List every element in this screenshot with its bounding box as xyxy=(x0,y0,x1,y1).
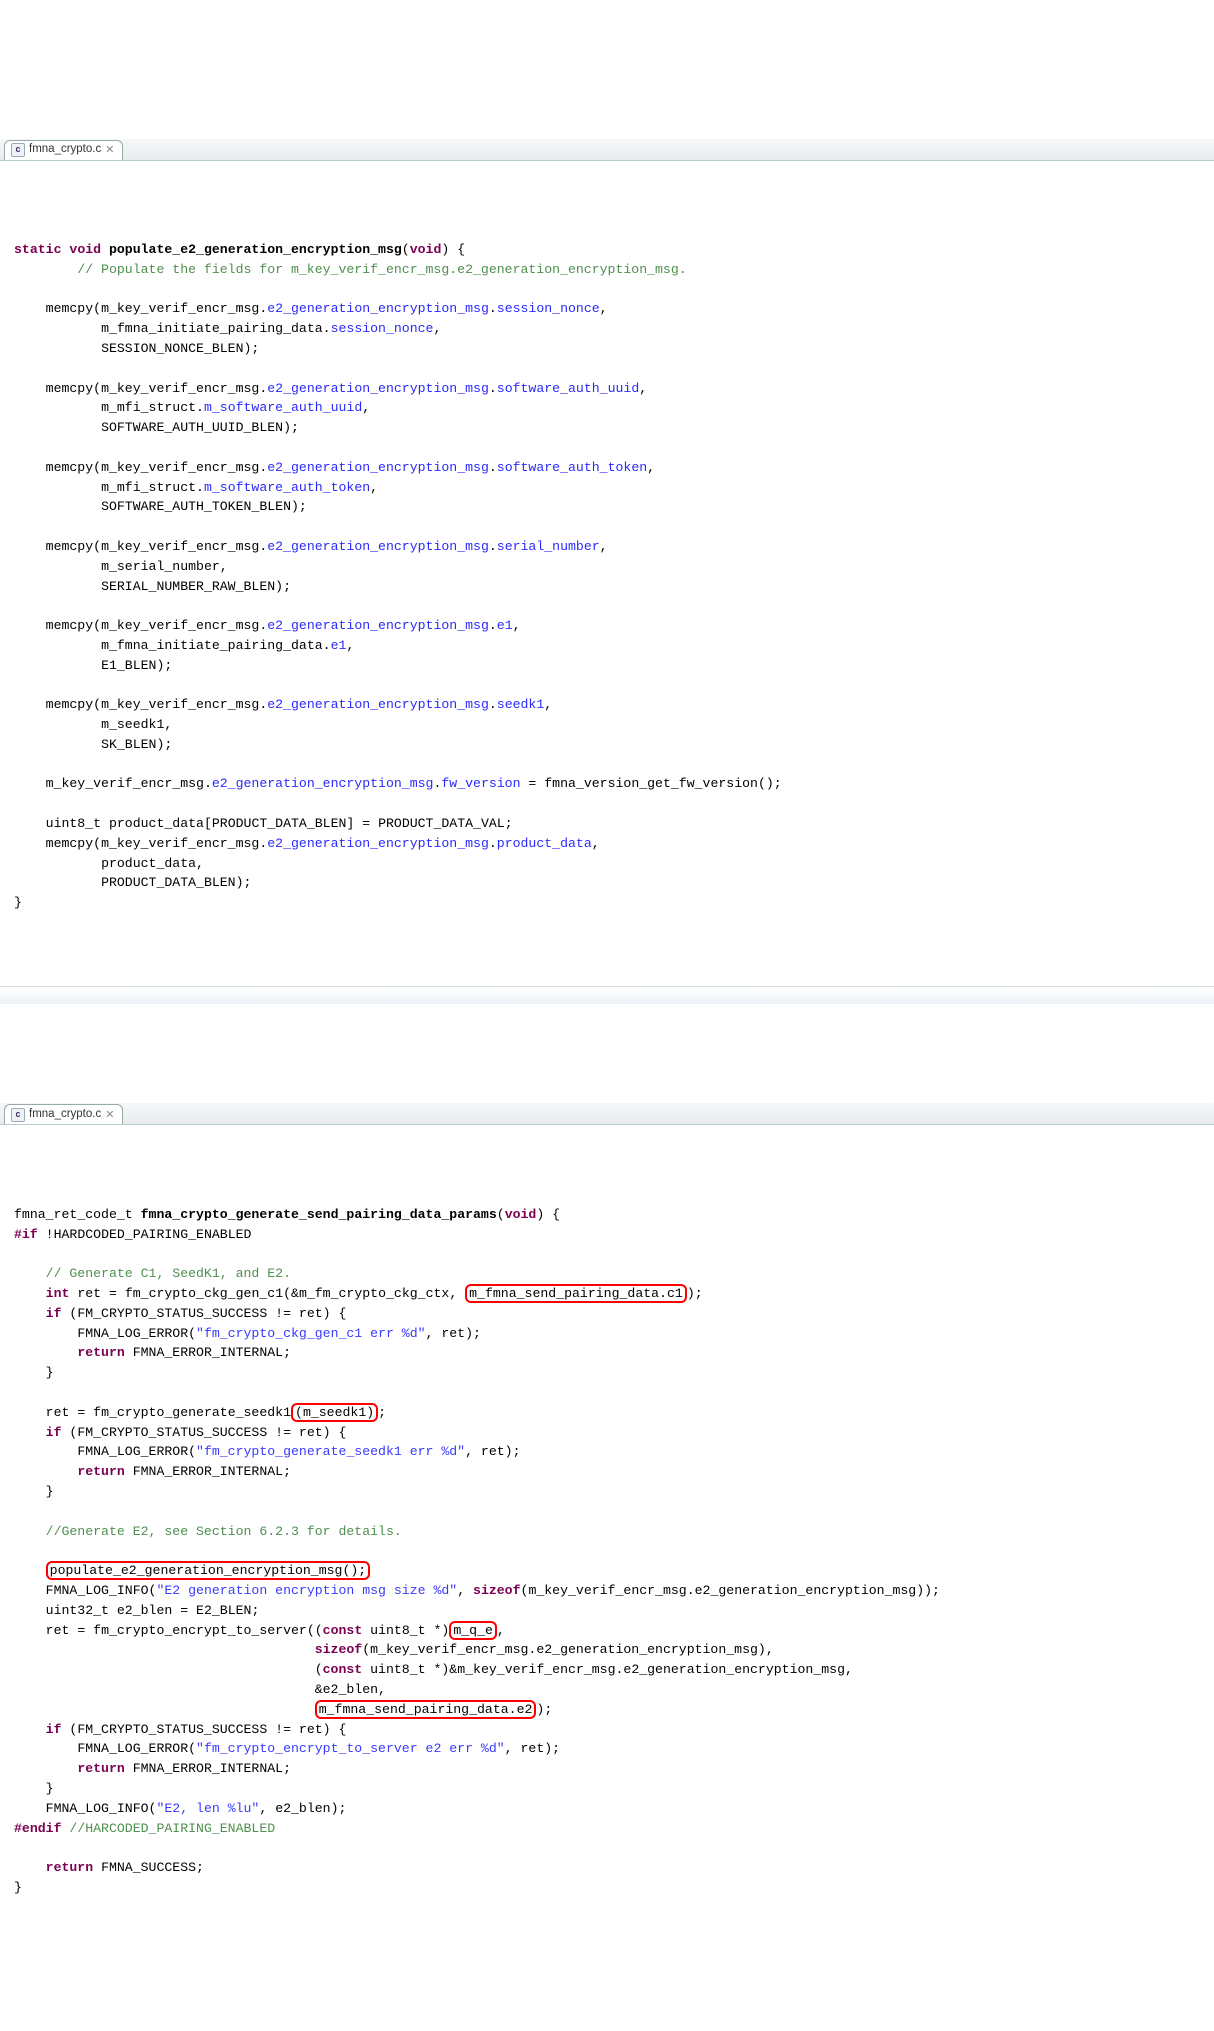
editor-panel-top: c fmna_crypto.c ✕ static void populate_e… xyxy=(0,99,1214,947)
c-file-icon: c xyxy=(11,1108,25,1122)
highlight-e2: m_fmna_send_pairing_data.e2 xyxy=(315,1700,537,1719)
tab-filename: fmna_crypto.c xyxy=(29,141,101,158)
tab-fmna-crypto[interactable]: c fmna_crypto.c ✕ xyxy=(4,140,123,160)
tab-bar: c fmna_crypto.c ✕ xyxy=(0,139,1214,161)
highlight-mqe: m_q_e xyxy=(449,1621,497,1640)
tab-bar: c fmna_crypto.c ✕ xyxy=(0,1103,1214,1125)
close-icon[interactable]: ✕ xyxy=(105,142,114,159)
highlight-populate-call: populate_e2_generation_encryption_msg(); xyxy=(46,1561,371,1580)
highlight-seedk1: (m_seedk1) xyxy=(291,1403,378,1422)
tab-fmna-crypto[interactable]: c fmna_crypto.c ✕ xyxy=(4,1104,123,1124)
highlight-c1: m_fmna_send_pairing_data.c1 xyxy=(465,1284,687,1303)
c-file-icon: c xyxy=(11,143,25,157)
code-area-top[interactable]: static void populate_e2_generation_encry… xyxy=(0,230,1214,927)
editor-panel-bottom: c fmna_crypto.c ✕ fmna_ret_code_t fmna_c… xyxy=(0,1064,1214,1932)
code-area-bottom[interactable]: fmna_ret_code_t fmna_crypto_generate_sen… xyxy=(0,1195,1214,1912)
tab-filename: fmna_crypto.c xyxy=(29,1106,101,1123)
panel-divider xyxy=(0,986,1214,1004)
close-icon[interactable]: ✕ xyxy=(105,1107,114,1124)
